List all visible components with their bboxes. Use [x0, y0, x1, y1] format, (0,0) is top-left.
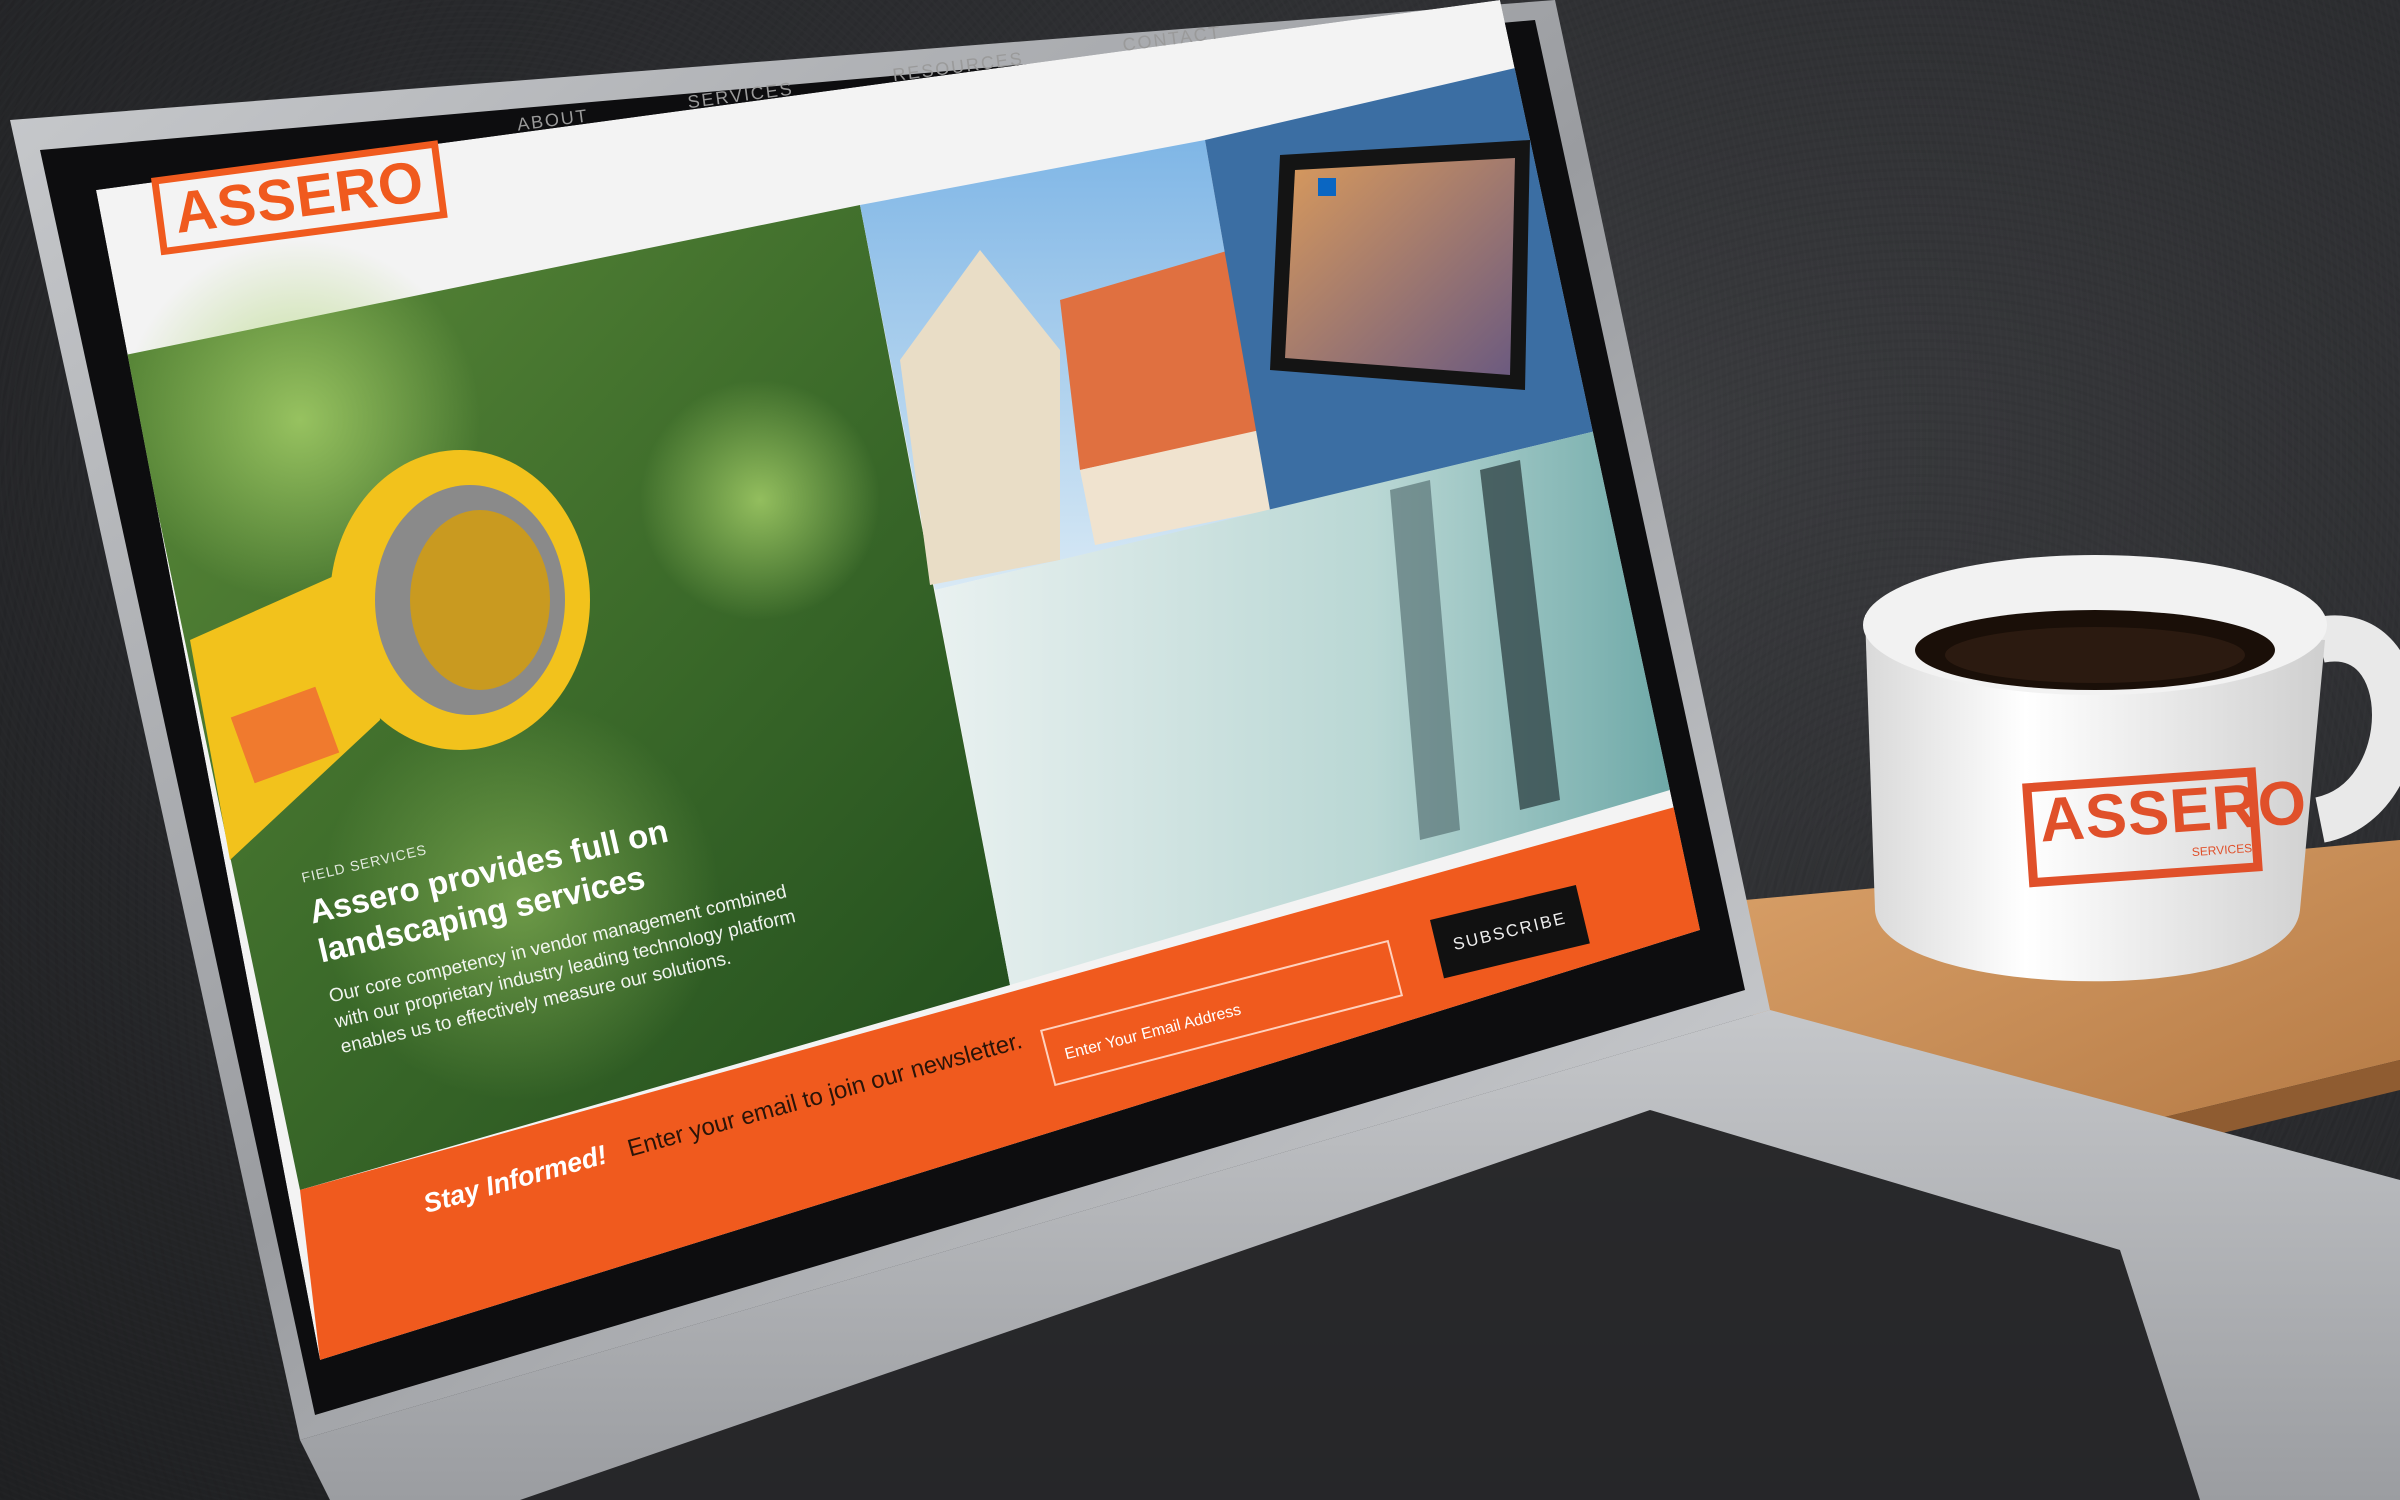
nav-contact[interactable]: CONTACT: [1121, 22, 1223, 56]
nav-about[interactable]: ABOUT: [516, 105, 590, 135]
nav-services[interactable]: SERVICES: [686, 78, 795, 113]
subscribe-label: SUBSCRIBE: [1451, 908, 1569, 954]
nav-resources[interactable]: RESOURCES: [891, 48, 1025, 86]
mug-logo: ASSERO SERVICES: [2037, 768, 2309, 869]
photo-scene: ASSERO ABOUT SERVICES RESOURCES CONTACT …: [0, 0, 2400, 1500]
